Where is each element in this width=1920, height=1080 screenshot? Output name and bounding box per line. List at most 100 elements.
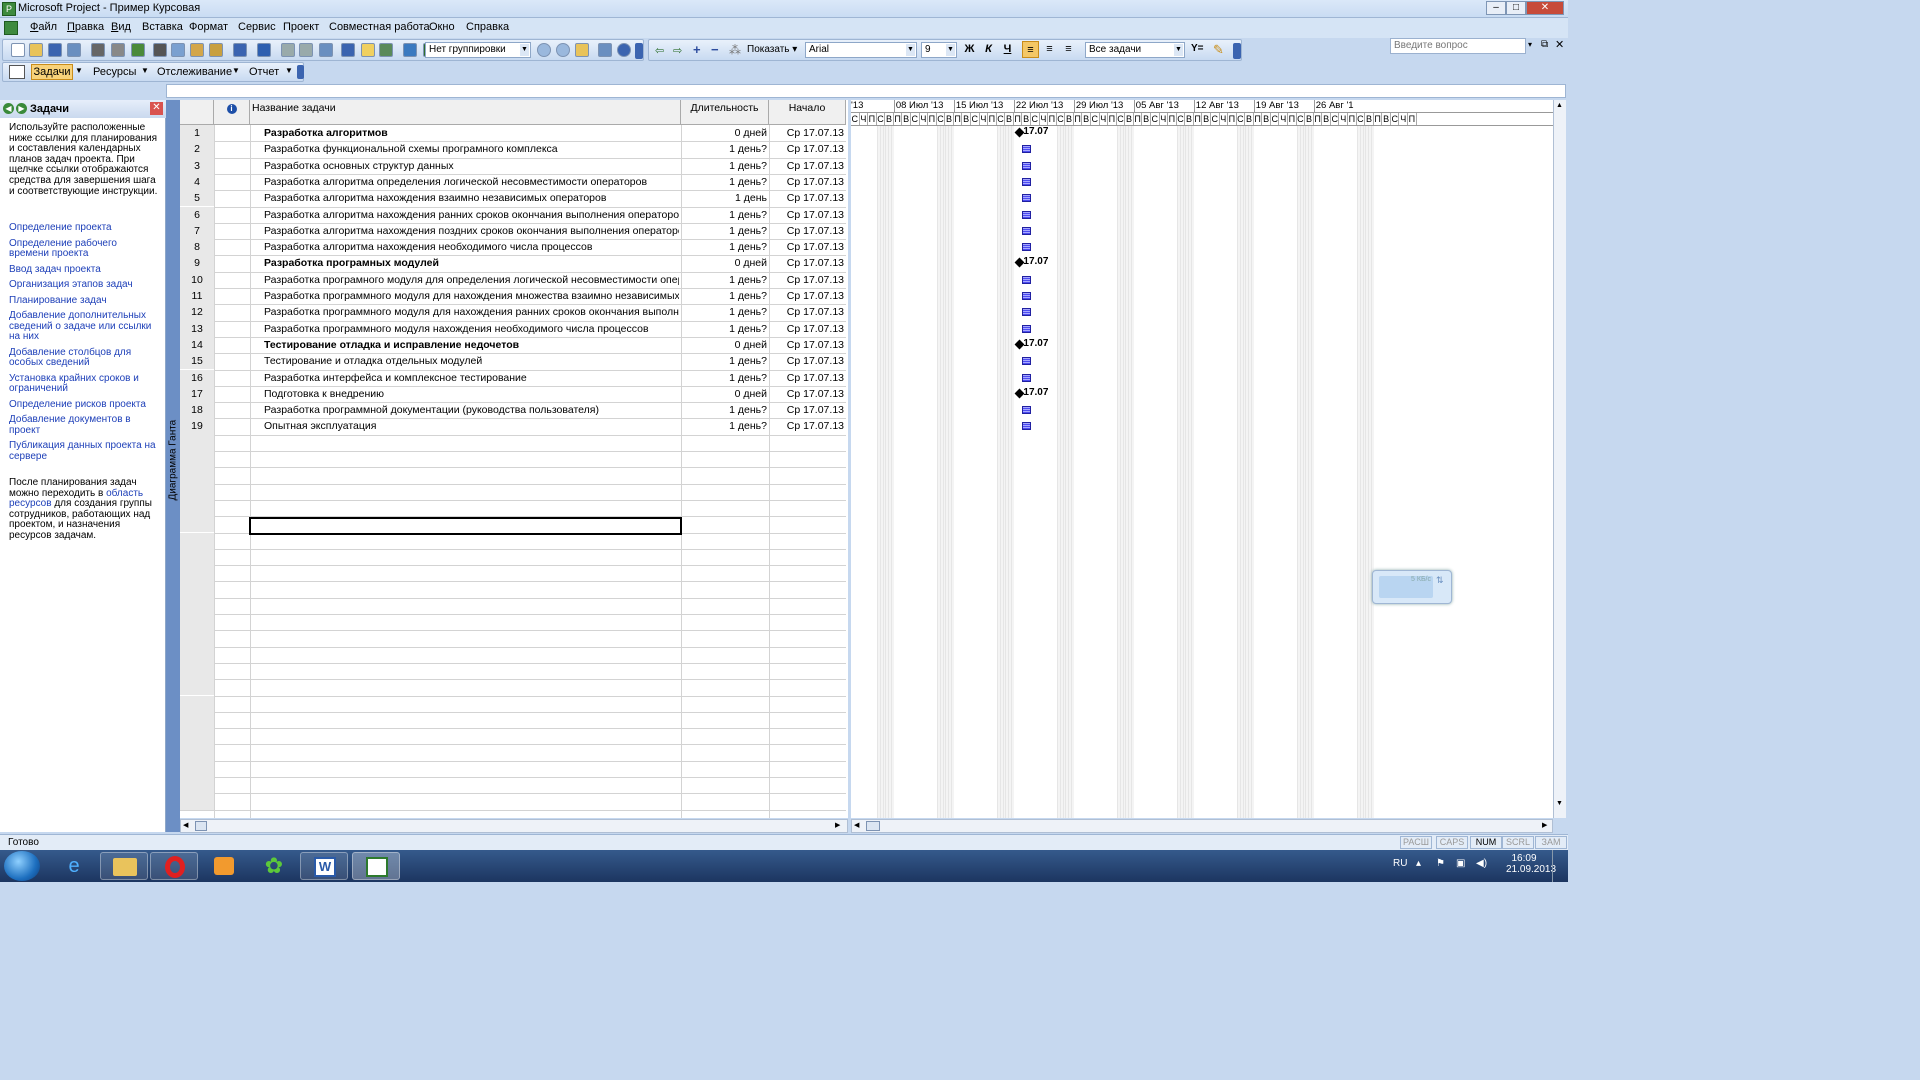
network-meter-widget[interactable]: 5 КБ/с ⇅	[1372, 570, 1452, 604]
task-duration[interactable]: 0 дней	[683, 386, 767, 402]
row-header[interactable]	[180, 760, 214, 777]
guide-link[interactable]: Определение проекта	[9, 222, 159, 233]
align-left-button[interactable]: ≡	[1022, 41, 1039, 58]
task-name[interactable]: Разработка программного модуля для нахож…	[264, 304, 679, 320]
grouping-select[interactable]: Нет группировки ▼	[425, 42, 531, 58]
opera-taskbar-button[interactable]	[150, 852, 198, 880]
scroll-right-icon[interactable]: ▶	[835, 821, 845, 831]
task-info-icon[interactable]	[341, 43, 355, 57]
row-header[interactable]	[180, 451, 214, 468]
network-tray-icon[interactable]: ▣	[1456, 858, 1465, 869]
chevron-down-icon[interactable]: ▼	[141, 66, 149, 75]
row-header[interactable]	[180, 532, 214, 549]
table-row[interactable]: 15 Тестирование и отладка отдельных модул…	[180, 353, 846, 369]
entry-bar[interactable]	[166, 84, 1566, 98]
close-icon[interactable]: ✕	[150, 102, 163, 115]
task-start[interactable]: Ср 17.07.13	[771, 223, 844, 239]
task-start[interactable]: Ср 17.07.13	[771, 207, 844, 223]
task-start[interactable]: Ср 17.07.13	[771, 174, 844, 190]
task-name[interactable]: Разработка алгоритма нахождения необходи…	[264, 239, 679, 255]
help-question-input[interactable]: Введите вопрос	[1390, 38, 1526, 54]
table-row[interactable]: 3 Разработка основных структур данных 1 де…	[180, 158, 846, 174]
task-bar[interactable]	[1022, 161, 1031, 170]
task-bar[interactable]	[1022, 243, 1031, 252]
help-icon[interactable]	[617, 43, 631, 57]
table-row[interactable]: 10 Разработка програмного модуля для опре…	[180, 272, 846, 288]
guide-link[interactable]: Добавление документов в проект	[9, 415, 159, 436]
row-header[interactable]	[180, 548, 214, 566]
info-column-header[interactable]: i	[214, 100, 250, 125]
print-preview-icon[interactable]	[111, 43, 125, 57]
task-start[interactable]: Ср 17.07.13	[771, 272, 844, 288]
scroll-up-icon[interactable]: ▲	[1556, 102, 1563, 109]
task-start[interactable]: Ср 17.07.13	[771, 255, 844, 271]
table-row[interactable]: 8 Разработка алгоритма нахождения необход…	[180, 239, 846, 255]
guide-tracking-button[interactable]: Отслеживание	[157, 66, 232, 78]
row-header[interactable]	[180, 614, 214, 631]
chevron-down-icon[interactable]: ▼	[232, 66, 240, 75]
task-duration[interactable]: 1 день?	[683, 141, 767, 157]
task-name[interactable]: Разработка интерфейса и комплексное тест…	[264, 370, 679, 386]
row-header[interactable]	[180, 499, 214, 517]
chevron-down-icon[interactable]: ▼	[75, 66, 83, 75]
icq-icon[interactable]: ✿	[250, 852, 298, 880]
menu-insert[interactable]: Вставка	[142, 21, 183, 33]
task-name[interactable]: Разработка функциональной схемы програмн…	[264, 141, 679, 157]
table-row[interactable]: 17 Подготовка к внедрению 0 дней Ср 17.07.1…	[180, 386, 846, 402]
task-start[interactable]: Ср 17.07.13	[771, 304, 844, 320]
gantt-horizontal-scrollbar[interactable]: ◀ ▶	[851, 819, 1553, 833]
scroll-down-icon[interactable]: ▼	[1556, 800, 1563, 807]
zoom-out-icon[interactable]	[556, 43, 570, 57]
row-header[interactable]	[180, 646, 214, 663]
duration-column-header[interactable]: Длительность	[681, 100, 769, 125]
table-row[interactable]: 1 Разработка алгоритмов 0 дней Ср 17.07.13	[180, 125, 846, 141]
menu-help[interactable]: Справка	[466, 21, 509, 33]
task-duration[interactable]: 1 день?	[683, 239, 767, 255]
menu-edit[interactable]: Правка	[67, 21, 104, 33]
view-bar[interactable]: Диаграмма Ганта	[166, 100, 180, 832]
guide-link[interactable]: Публикация данных проекта на сервере	[9, 441, 159, 462]
align-right-button[interactable]: ≡	[1060, 41, 1077, 58]
notes-icon[interactable]	[361, 43, 375, 57]
close-doc-icon[interactable]: ✕	[1555, 38, 1564, 51]
link-icon[interactable]	[281, 43, 295, 57]
flag-icon[interactable]: ⚑	[1436, 858, 1445, 869]
task-start[interactable]: Ср 17.07.13	[771, 353, 844, 369]
row-header[interactable]	[180, 483, 214, 500]
spelling-icon[interactable]	[131, 43, 145, 57]
task-duration[interactable]: 0 дней	[683, 255, 767, 271]
table-row[interactable]: 11 Разработка программного модуля для нах…	[180, 288, 846, 304]
row-header[interactable]	[180, 777, 214, 794]
row-header[interactable]	[180, 744, 214, 761]
task-name-column-header[interactable]: Название задачи	[250, 100, 681, 125]
print-icon[interactable]	[91, 43, 105, 57]
task-bar[interactable]	[1022, 275, 1031, 284]
document-icon[interactable]	[4, 21, 18, 35]
task-duration[interactable]: 1 день?	[683, 223, 767, 239]
task-bar[interactable]	[1022, 177, 1031, 186]
guide-tasks-button[interactable]: Задачи	[31, 64, 73, 80]
task-name[interactable]: Разработка алгоритма нахождения поздних …	[264, 223, 679, 239]
new-icon[interactable]	[11, 43, 25, 57]
table-horizontal-scrollbar[interactable]: ◀ ▶	[180, 819, 848, 833]
project-taskbar-button[interactable]	[352, 852, 400, 880]
task-name[interactable]: Разработка программной документации (рук…	[264, 402, 679, 418]
task-bar[interactable]	[1022, 373, 1031, 382]
toolbar-options-icon[interactable]	[1233, 43, 1241, 59]
clock[interactable]: 16:09 21.09.2013	[1506, 853, 1556, 875]
task-start[interactable]: Ср 17.07.13	[771, 337, 844, 353]
menu-project[interactable]: Проект	[283, 21, 319, 33]
task-duration[interactable]: 1 день?	[683, 158, 767, 174]
table-row[interactable]: 12 Разработка программного модуля для нах…	[180, 304, 846, 320]
tray-expand-icon[interactable]: ▴	[1416, 858, 1421, 869]
task-name[interactable]: Подготовка к внедрению	[264, 386, 679, 402]
guide-link[interactable]: Добавление столбцов для особых сведений	[9, 347, 159, 369]
arrow-left-icon[interactable]: ⇦	[655, 44, 664, 57]
task-start[interactable]: Ср 17.07.13	[771, 141, 844, 157]
table-row[interactable]: 2 Разработка функциональной схемы програм…	[180, 141, 846, 157]
task-name[interactable]: Разработка программного модуля нахождени…	[264, 321, 679, 337]
show-subtasks-icon[interactable]: +	[693, 42, 701, 57]
task-start[interactable]: Ср 17.07.13	[771, 158, 844, 174]
table-row[interactable]: 4 Разработка алгоритма определения логиче…	[180, 174, 846, 190]
guide-link[interactable]: Организация этапов задач	[9, 279, 159, 290]
